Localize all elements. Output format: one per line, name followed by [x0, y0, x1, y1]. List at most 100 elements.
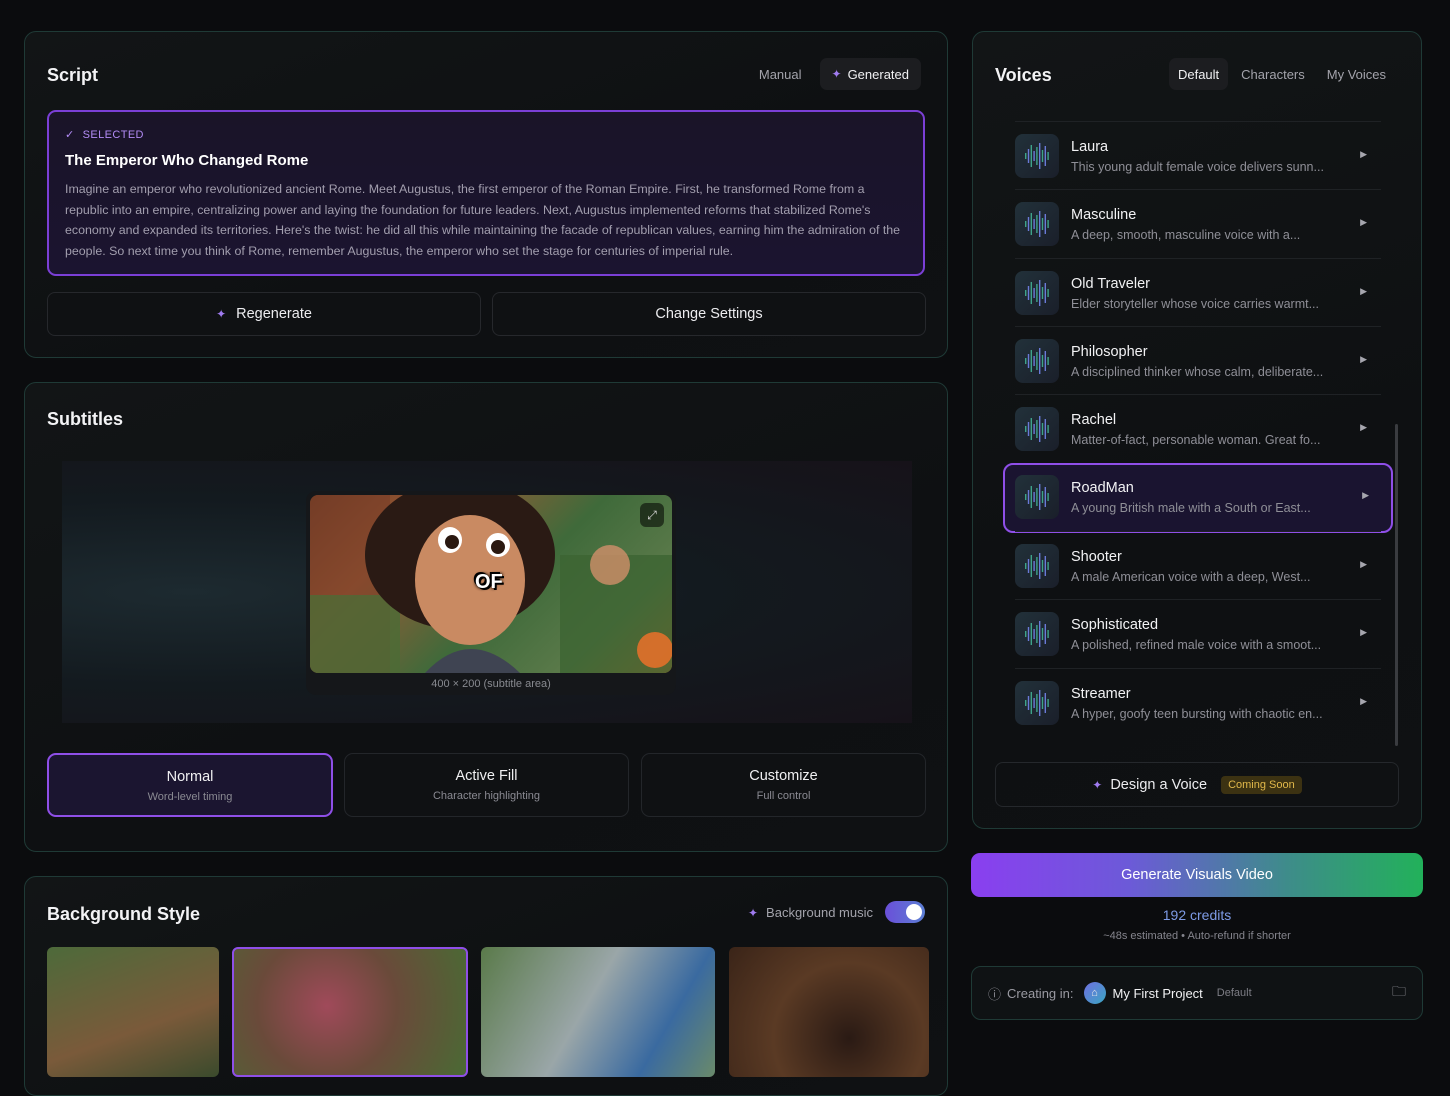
- play-icon[interactable]: ▶: [1360, 696, 1367, 707]
- creating-in-bar: ⓘ Creating in: ⌂ My First Project Defaul…: [971, 966, 1423, 1020]
- subtitle-preview: OF ⤢ 400 × 200 (subtitle area): [306, 491, 676, 695]
- waveform-icon: [1015, 544, 1059, 588]
- script-card-title: The Emperor Who Changed Rome: [65, 152, 309, 169]
- voice-item-streamer[interactable]: Streamer A hyper, goofy teen bursting wit…: [1015, 668, 1381, 736]
- subtitle-option-active-fill[interactable]: Active Fill Character highlighting: [344, 753, 629, 817]
- play-icon[interactable]: ▶: [1360, 354, 1367, 365]
- voice-name: Old Traveler: [1071, 276, 1150, 292]
- tab-default[interactable]: Default: [1168, 58, 1229, 90]
- voice-item-shooter[interactable]: Shooter A male American voice with a deep…: [1015, 531, 1381, 599]
- background-thumb-1[interactable]: [47, 947, 219, 1077]
- background-thumb-3[interactable]: [481, 947, 715, 1077]
- creating-in-label: Creating in:: [1007, 985, 1074, 1001]
- voice-desc: A young British male with a South or Eas…: [1071, 501, 1311, 515]
- folder-icon[interactable]: 🗀: [1392, 981, 1406, 1005]
- tab-generated[interactable]: ✦ Generated: [819, 58, 921, 90]
- preview-caption: 400 × 200 (subtitle area): [431, 678, 551, 690]
- voices-panel: Voices Default Characters My Voices Laur…: [972, 31, 1422, 829]
- voice-tabs: Default Characters My Voices: [1168, 58, 1395, 90]
- voice-list-scrollbar[interactable]: [1395, 424, 1398, 746]
- option-subtitle: Character highlighting: [432, 790, 540, 802]
- voice-item-philosopher[interactable]: Philosopher A disciplined thinker whose c…: [1015, 326, 1381, 394]
- tab-characters[interactable]: Characters: [1232, 58, 1314, 90]
- subtitles-panel: Subtitles OF ⤢ 400 × 200 (subtitle area)…: [24, 382, 948, 852]
- selected-badge-label: SELECTED: [82, 128, 144, 141]
- play-icon[interactable]: ▶: [1360, 149, 1367, 160]
- waveform-icon: [1015, 681, 1059, 725]
- design-voice-label: Design a Voice: [1110, 776, 1208, 793]
- option-subtitle: Word-level timing: [147, 791, 233, 803]
- coming-soon-badge: Coming Soon: [1221, 775, 1302, 794]
- waveform-icon: [1015, 407, 1059, 451]
- voice-item-sophisticated[interactable]: Sophisticated A polished, refined male vo…: [1015, 599, 1381, 667]
- voice-desc: A male American voice with a deep, West.…: [1071, 570, 1311, 584]
- background-music-label: Background music: [766, 905, 873, 920]
- credits-count: 192 credits: [1162, 907, 1232, 923]
- play-icon[interactable]: ▶: [1362, 490, 1369, 501]
- credits-estimate: ~48s estimated • Auto-refund if shorter: [1103, 930, 1291, 942]
- project-tag: Default: [1216, 987, 1252, 999]
- background-thumb-4[interactable]: [729, 947, 929, 1077]
- regenerate-button[interactable]: ✦ Regenerate: [47, 292, 481, 336]
- subtitle-word: OF: [475, 571, 503, 593]
- voice-desc: Elder storyteller whose voice carries wa…: [1071, 297, 1319, 311]
- change-settings-button[interactable]: Change Settings: [492, 292, 926, 336]
- regenerate-label: Regenerate: [236, 306, 312, 322]
- sparkle-icon: ✦: [747, 905, 759, 920]
- script-panel: Script Manual ✦ Generated ✓ SELECTED The…: [24, 31, 948, 358]
- waveform-icon: [1015, 134, 1059, 178]
- sparkle-icon: ✦: [216, 307, 227, 321]
- waveform-icon: [1015, 612, 1059, 656]
- voice-item-rachel[interactable]: Rachel Matter-of-fact, personable woman. …: [1015, 394, 1381, 462]
- voice-name: Philosopher: [1071, 344, 1148, 360]
- voice-name: Laura: [1071, 139, 1109, 155]
- background-style-title: Background Style: [47, 904, 201, 924]
- voice-name: Masculine: [1071, 207, 1137, 223]
- subtitle-option-normal[interactable]: Normal Word-level timing: [47, 753, 333, 817]
- play-icon[interactable]: ▶: [1360, 217, 1367, 228]
- background-style-panel: Background Style ✦ Background music: [24, 876, 948, 1096]
- voice-item-masculine[interactable]: Masculine A deep, smooth, masculine voice…: [1015, 189, 1381, 257]
- script-card-body: Imagine an emperor who revolutionized an…: [65, 182, 901, 258]
- waveform-icon: [1015, 202, 1059, 246]
- script-title: Script: [47, 65, 99, 85]
- sparkle-icon: ✦: [831, 67, 842, 81]
- waveform-icon: [1015, 271, 1059, 315]
- voice-name: Sophisticated: [1071, 617, 1159, 633]
- voice-desc: A disciplined thinker whose calm, delibe…: [1071, 365, 1324, 379]
- voice-desc: This young adult female voice delivers s…: [1071, 160, 1324, 174]
- voice-desc: A deep, smooth, masculine voice with a..…: [1071, 228, 1301, 242]
- tab-manual[interactable]: Manual: [747, 58, 814, 90]
- selected-badge: ✓ SELECTED: [65, 128, 144, 142]
- expand-icon[interactable]: ⤢: [640, 503, 664, 527]
- voice-name: Shooter: [1071, 549, 1122, 565]
- voice-name: Rachel: [1071, 412, 1117, 428]
- voice-item-roadman[interactable]: RoadMan A young British male with a South…: [1003, 463, 1393, 533]
- check-icon: ✓: [65, 129, 75, 141]
- option-subtitle: Full control: [756, 790, 811, 802]
- voice-item-old-traveler[interactable]: Old Traveler Elder storyteller whose voic…: [1015, 258, 1381, 326]
- project-name[interactable]: My First Project: [1113, 986, 1203, 1001]
- project-avatar: ⌂: [1083, 982, 1106, 1004]
- background-music-toggle[interactable]: [885, 901, 925, 923]
- subtitle-preview-stage: OF ⤢ 400 × 200 (subtitle area): [62, 461, 912, 723]
- voice-item-laura[interactable]: Laura This young adult female voice deliv…: [1015, 121, 1381, 189]
- play-icon[interactable]: ▶: [1360, 559, 1367, 570]
- option-title: Normal: [166, 769, 214, 785]
- tab-my-voices[interactable]: My Voices: [1318, 58, 1395, 90]
- generate-video-button[interactable]: Generate Visuals Video: [971, 853, 1423, 897]
- background-thumb-2[interactable]: [232, 947, 468, 1077]
- voice-desc: Matter-of-fact, personable woman. Great …: [1071, 433, 1321, 447]
- play-icon[interactable]: ▶: [1360, 422, 1367, 433]
- voice-name: Streamer: [1071, 686, 1131, 702]
- voice-desc: A hyper, goofy teen bursting with chaoti…: [1071, 707, 1323, 721]
- background-music-label-wrap: ✦ Background music: [748, 905, 873, 920]
- play-icon[interactable]: ▶: [1360, 286, 1367, 297]
- subtitle-option-customize[interactable]: Customize Full control: [641, 753, 926, 817]
- selected-script-card[interactable]: ✓ SELECTED The Emperor Who Changed Rome …: [47, 110, 925, 276]
- preview-image: OF ⤢: [310, 495, 672, 673]
- waveform-icon: [1015, 339, 1059, 383]
- toggle-knob: [906, 904, 922, 920]
- design-voice-button[interactable]: ✦ Design a Voice Coming Soon: [995, 762, 1399, 807]
- play-icon[interactable]: ▶: [1360, 627, 1367, 638]
